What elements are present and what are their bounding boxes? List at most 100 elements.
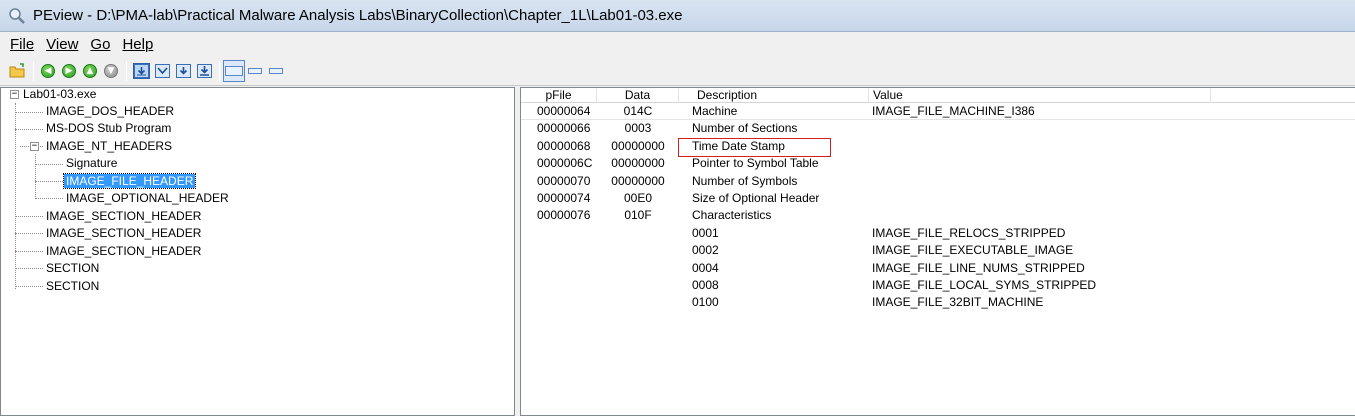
cell-pfile: 00000076 — [537, 208, 591, 223]
previous-icon[interactable]: ▲ — [80, 61, 100, 81]
menu-go[interactable]: Go — [84, 36, 116, 53]
tree-item-label: IMAGE_FILE_HEADER — [62, 173, 197, 189]
cell-value: IMAGE_FILE_RELOCS_STRIPPED — [872, 225, 1066, 240]
cell-data: 00000000 — [611, 138, 665, 153]
tree-item-image-dos-header[interactable]: IMAGE_DOS_HEADER — [44, 103, 176, 120]
tree-item-label: IMAGE_DOS_HEADER — [46, 104, 175, 118]
open-icon[interactable] — [8, 61, 28, 81]
menu-bar: File View Go Help — [0, 33, 1355, 55]
tree-item-image-file-header[interactable]: IMAGE_FILE_HEADER — [62, 173, 197, 190]
tree-item-label: IMAGE_SECTION_HEADER — [46, 244, 202, 258]
column-header-data[interactable]: Data — [597, 88, 679, 103]
cell-pfile: 0000006C — [537, 156, 593, 171]
tree-item-section-header-3[interactable]: IMAGE_SECTION_HEADER — [44, 243, 203, 260]
cell-description: 0100 — [692, 295, 719, 310]
cell-pfile: 00000066 — [537, 121, 591, 136]
view-word-icon[interactable] — [152, 61, 172, 81]
cell-description: Pointer to Symbol Table — [692, 156, 819, 171]
cell-pfile: 00000068 — [537, 138, 591, 153]
toolbar-separator — [219, 60, 220, 81]
tree-root-label: Lab01-03.exe — [23, 87, 97, 101]
detail-list-pane[interactable]: pFile Data Description Value 00000064 014… — [520, 87, 1355, 416]
table-row[interactable]: 0004 IMAGE_FILE_LINE_NUMS_STRIPPED — [521, 260, 1355, 277]
forward-icon[interactable]: ▶ — [59, 61, 79, 81]
cell-description: 0008 — [692, 278, 719, 292]
cell-pfile: 00000064 — [537, 104, 591, 118]
cell-description: Machine — [692, 104, 738, 118]
table-row[interactable]: 0008 IMAGE_FILE_LOCAL_SYMS_STRIPPED — [521, 277, 1355, 294]
title-bar: PEview - D:\PMA-lab\Practical Malware An… — [0, 0, 1355, 32]
tree-item-section-2[interactable]: SECTION — [44, 278, 101, 295]
table-row[interactable]: 00000076 010F Characteristics — [521, 207, 1355, 224]
small-view-icon[interactable] — [245, 61, 265, 81]
tree-item-label: IMAGE_SECTION_HEADER — [46, 226, 202, 240]
magnifier-icon — [7, 6, 27, 26]
back-icon[interactable]: ◀ — [38, 61, 58, 81]
tree-item-section-header-2[interactable]: IMAGE_SECTION_HEADER — [44, 225, 203, 242]
column-header-value[interactable]: Value — [869, 88, 1211, 103]
cell-data: 014C — [623, 104, 653, 118]
cell-description: Characteristics — [692, 208, 772, 223]
tree-item-label: IMAGE_OPTIONAL_HEADER — [66, 191, 229, 205]
tree-item-signature[interactable]: Signature — [64, 155, 119, 172]
cell-description: Size of Optional Header — [692, 191, 820, 205]
cell-value: IMAGE_FILE_MACHINE_I386 — [872, 104, 1035, 118]
tree-item-ms-dos-stub[interactable]: MS-DOS Stub Program — [44, 120, 173, 137]
tree-item-section-1[interactable]: SECTION — [44, 260, 101, 277]
table-row[interactable]: 00000066 0003 Number of Sections — [521, 120, 1355, 137]
list-view-icon[interactable] — [223, 59, 245, 82]
menu-help[interactable]: Help — [116, 36, 159, 53]
cell-data: 00000000 — [611, 156, 665, 171]
cell-pfile: 00000070 — [537, 173, 591, 188]
collapse-nt-headers-icon[interactable]: − — [30, 142, 39, 151]
table-row[interactable]: 00000074 00E0 Size of Optional Header — [521, 190, 1355, 207]
menu-view[interactable]: View — [40, 36, 84, 53]
next-icon[interactable]: ▼ — [101, 61, 121, 81]
toolbar-separator — [33, 60, 34, 81]
cell-data: 010F — [624, 208, 652, 223]
column-header-pfile[interactable]: pFile — [521, 88, 597, 103]
cell-data: 00000000 — [611, 173, 665, 188]
table-row[interactable]: 00000070 00000000 Number of Symbols — [521, 173, 1355, 190]
cell-value: IMAGE_FILE_32BIT_MACHINE — [872, 295, 1044, 310]
tree-item-label: IMAGE_SECTION_HEADER — [46, 209, 202, 223]
table-row[interactable]: 00000064 014C Machine IMAGE_FILE_MACHINE_I3… — [521, 103, 1355, 120]
cell-pfile: 00000074 — [537, 191, 591, 205]
tree-item-label: Signature — [66, 156, 118, 170]
cell-value: IMAGE_FILE_EXECUTABLE_IMAGE — [872, 243, 1074, 258]
toolbar-separator — [126, 60, 127, 81]
time-date-stamp-highlight — [678, 138, 831, 157]
table-row[interactable]: 00000068 00000000 Time Date Stamp — [521, 138, 1355, 155]
list-header: pFile Data Description Value — [521, 88, 1355, 103]
tree-root[interactable]: Lab01-03.exe — [21, 86, 98, 103]
column-header-description[interactable]: Description — [679, 88, 869, 103]
tiny-view-icon[interactable] — [266, 61, 286, 81]
view-qword-icon[interactable] — [194, 61, 214, 81]
table-row[interactable]: 0100 IMAGE_FILE_32BIT_MACHINE — [521, 294, 1355, 311]
tree-item-image-nt-headers[interactable]: IMAGE_NT_HEADERS — [44, 138, 174, 155]
menu-file[interactable]: File — [4, 36, 40, 53]
cell-data: 00E0 — [623, 191, 653, 205]
cell-description: Number of Sections — [692, 121, 798, 136]
tree-item-image-optional-header[interactable]: IMAGE_OPTIONAL_HEADER — [64, 190, 231, 207]
view-byte-icon[interactable] — [131, 61, 151, 81]
window-title: PEview - D:\PMA-lab\Practical Malware An… — [33, 7, 683, 24]
collapse-root-icon[interactable]: − — [10, 90, 19, 99]
cell-data: 0003 — [624, 121, 652, 136]
view-dword-icon[interactable] — [173, 61, 193, 81]
tree-pane[interactable]: − Lab01-03.exe IMAGE_DOS_HEADER MS-DOS S… — [0, 87, 515, 416]
tree-item-label: SECTION — [46, 261, 100, 275]
tree-item-label: IMAGE_NT_HEADERS — [46, 139, 173, 153]
cell-description: 0002 — [692, 243, 719, 258]
table-row[interactable]: 0001 IMAGE_FILE_RELOCS_STRIPPED — [521, 225, 1355, 242]
tree-item-label: MS-DOS Stub Program — [46, 121, 172, 135]
table-row[interactable]: 0000006C 00000000 Pointer to Symbol Table — [521, 155, 1355, 172]
cell-description: 0001 — [692, 225, 719, 240]
tree-item-section-header-1[interactable]: IMAGE_SECTION_HEADER — [44, 208, 203, 225]
tree-item-label: SECTION — [46, 279, 100, 293]
cell-description: 0004 — [692, 260, 719, 275]
toolbar: ◀ ▶ ▲ ▼ — [0, 56, 1355, 86]
cell-value: IMAGE_FILE_LINE_NUMS_STRIPPED — [872, 260, 1085, 275]
table-row[interactable]: 0002 IMAGE_FILE_EXECUTABLE_IMAGE — [521, 242, 1355, 259]
cell-description: Number of Symbols — [692, 173, 798, 188]
